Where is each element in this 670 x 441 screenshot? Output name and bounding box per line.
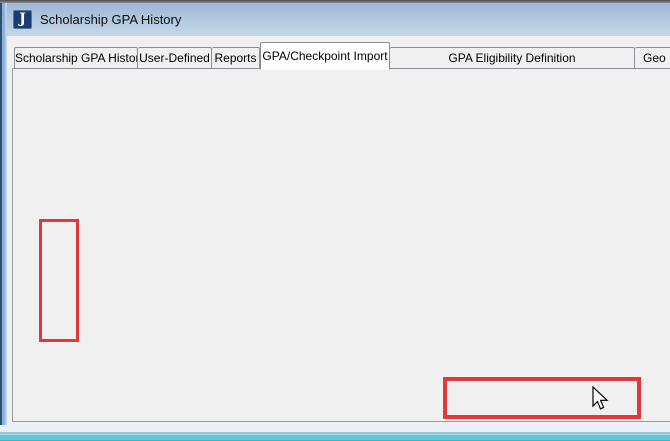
tab-page-panel bbox=[12, 68, 670, 422]
title-bar[interactable]: J Scholarship GPA History bbox=[7, 3, 670, 36]
tab-user-defined[interactable]: User-Defined bbox=[138, 47, 212, 69]
window-left-border bbox=[0, 3, 7, 434]
tab-geo[interactable]: Geo bbox=[635, 47, 670, 69]
scholarship-gpa-history-window: J Scholarship GPA History Scholarship GP… bbox=[0, 0, 670, 441]
app-icon: J bbox=[13, 10, 32, 29]
tab-reports[interactable]: Reports bbox=[212, 47, 260, 69]
window-title: Scholarship GPA History bbox=[40, 12, 181, 27]
tab-gpa-eligibility-definition[interactable]: GPA Eligibility Definition bbox=[390, 47, 635, 69]
tab-gpa-checkpoint-import[interactable]: GPA/Checkpoint Import bbox=[260, 42, 390, 70]
tab-scholarship-gpa-history[interactable]: Scholarship GPA History bbox=[14, 47, 138, 69]
background-window-edge bbox=[0, 434, 670, 441]
tab-strip: Scholarship GPA History User-Defined Rep… bbox=[14, 41, 670, 69]
